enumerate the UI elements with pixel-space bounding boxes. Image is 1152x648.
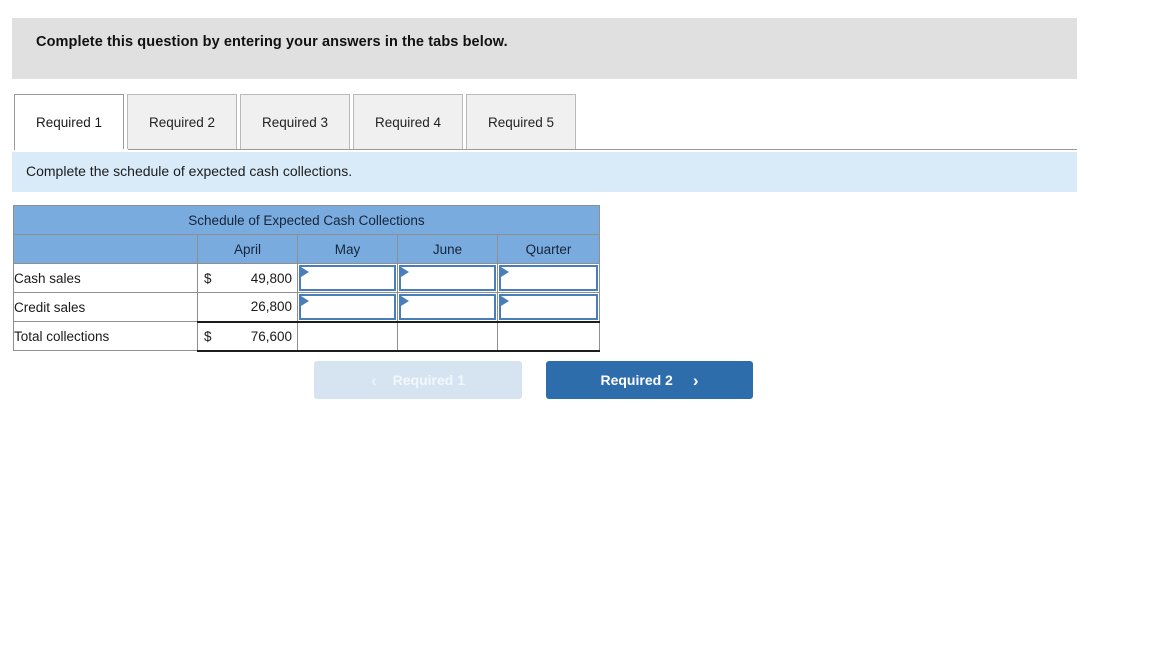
table-title: Schedule of Expected Cash Collections — [13, 205, 600, 235]
cell-total-collections-april-currency: $ — [204, 328, 212, 344]
answer-marker-icon — [301, 296, 309, 306]
cell-cash-sales-april-currency: $ — [204, 270, 212, 286]
header-cell-blank — [13, 234, 198, 264]
cell-total-collections-june — [397, 320, 498, 352]
table-header-row: April May June Quarter — [13, 234, 600, 264]
cell-total-collections-april-value: 76,600 — [250, 328, 292, 344]
cash-collections-table: Schedule of Expected Cash Collections Ap… — [13, 205, 600, 352]
tab-required-4-label: Required 4 — [374, 115, 442, 130]
header-cell-june: June — [397, 234, 498, 264]
row-label-credit-sales: Credit sales — [13, 292, 198, 322]
header-cell-april: April — [197, 234, 298, 264]
input-credit-sales-may-box[interactable] — [299, 294, 396, 320]
cell-total-collections-april: $ 76,600 — [197, 320, 298, 352]
active-tab-underline-gap — [15, 149, 128, 151]
cell-cash-sales-april-value: 49,800 — [250, 270, 292, 286]
question-banner: Complete this question by entering your … — [12, 18, 1077, 79]
row-label-cash-sales: Cash sales — [13, 263, 198, 293]
previous-requirement-label: Required 1 — [392, 372, 466, 388]
table-row: Credit sales 26,800 — [13, 292, 600, 322]
answer-marker-icon — [401, 267, 409, 277]
tab-required-4[interactable]: Required 4 — [353, 94, 463, 150]
input-cash-sales-june[interactable] — [397, 263, 498, 293]
tab-required-3[interactable]: Required 3 — [240, 94, 350, 150]
input-credit-sales-june[interactable] — [397, 292, 498, 322]
tab-required-5[interactable]: Required 5 — [466, 94, 576, 150]
tab-required-2-label: Required 2 — [148, 115, 216, 130]
answer-marker-icon — [501, 267, 509, 277]
instruction-text: Complete the schedule of expected cash c… — [26, 163, 353, 179]
cell-credit-sales-april-value: 26,800 — [250, 299, 292, 315]
requirement-tabs: Required 1 Required 2 Required 3 Require… — [14, 93, 579, 150]
table-row-total: Total collections $ 76,600 — [13, 320, 600, 352]
chevron-left-icon: ‹ — [370, 370, 377, 390]
tab-required-5-label: Required 5 — [487, 115, 555, 130]
answer-marker-icon — [501, 296, 509, 306]
row-label-total-collections: Total collections — [13, 321, 198, 351]
cell-credit-sales-april: 26,800 — [197, 292, 298, 322]
header-cell-may: May — [297, 234, 398, 264]
next-requirement-label: Required 2 — [600, 372, 673, 388]
answer-marker-icon — [301, 267, 309, 277]
tab-required-1-label: Required 1 — [35, 115, 103, 130]
chevron-right-icon: › — [692, 370, 699, 390]
input-credit-sales-quarter-box[interactable] — [499, 294, 598, 320]
tabs-underline — [14, 149, 1077, 150]
input-cash-sales-quarter-box[interactable] — [499, 265, 598, 291]
table-title-row: Schedule of Expected Cash Collections — [13, 205, 600, 235]
header-cell-quarter: Quarter — [497, 234, 600, 264]
input-cash-sales-may-box[interactable] — [299, 265, 396, 291]
input-credit-sales-may[interactable] — [297, 292, 398, 322]
cell-cash-sales-april: $ 49,800 — [197, 263, 298, 293]
input-credit-sales-june-box[interactable] — [399, 294, 496, 320]
tab-required-2[interactable]: Required 2 — [127, 94, 237, 150]
input-cash-sales-june-box[interactable] — [399, 265, 496, 291]
input-cash-sales-quarter[interactable] — [497, 263, 600, 293]
instruction-bar: Complete the schedule of expected cash c… — [12, 152, 1077, 192]
cell-total-collections-may — [297, 320, 398, 352]
previous-requirement-button[interactable]: ‹ Required 1 — [314, 361, 522, 399]
tab-required-3-label: Required 3 — [261, 115, 329, 130]
answer-marker-icon — [401, 296, 409, 306]
table-row: Cash sales $ 49,800 — [13, 263, 600, 293]
tab-required-1[interactable]: Required 1 — [14, 94, 124, 150]
next-requirement-button[interactable]: Required 2 › — [546, 361, 753, 399]
input-credit-sales-quarter[interactable] — [497, 292, 600, 322]
input-cash-sales-may[interactable] — [297, 263, 398, 293]
question-banner-text: Complete this question by entering your … — [36, 34, 508, 50]
cell-total-collections-quarter — [497, 320, 600, 352]
